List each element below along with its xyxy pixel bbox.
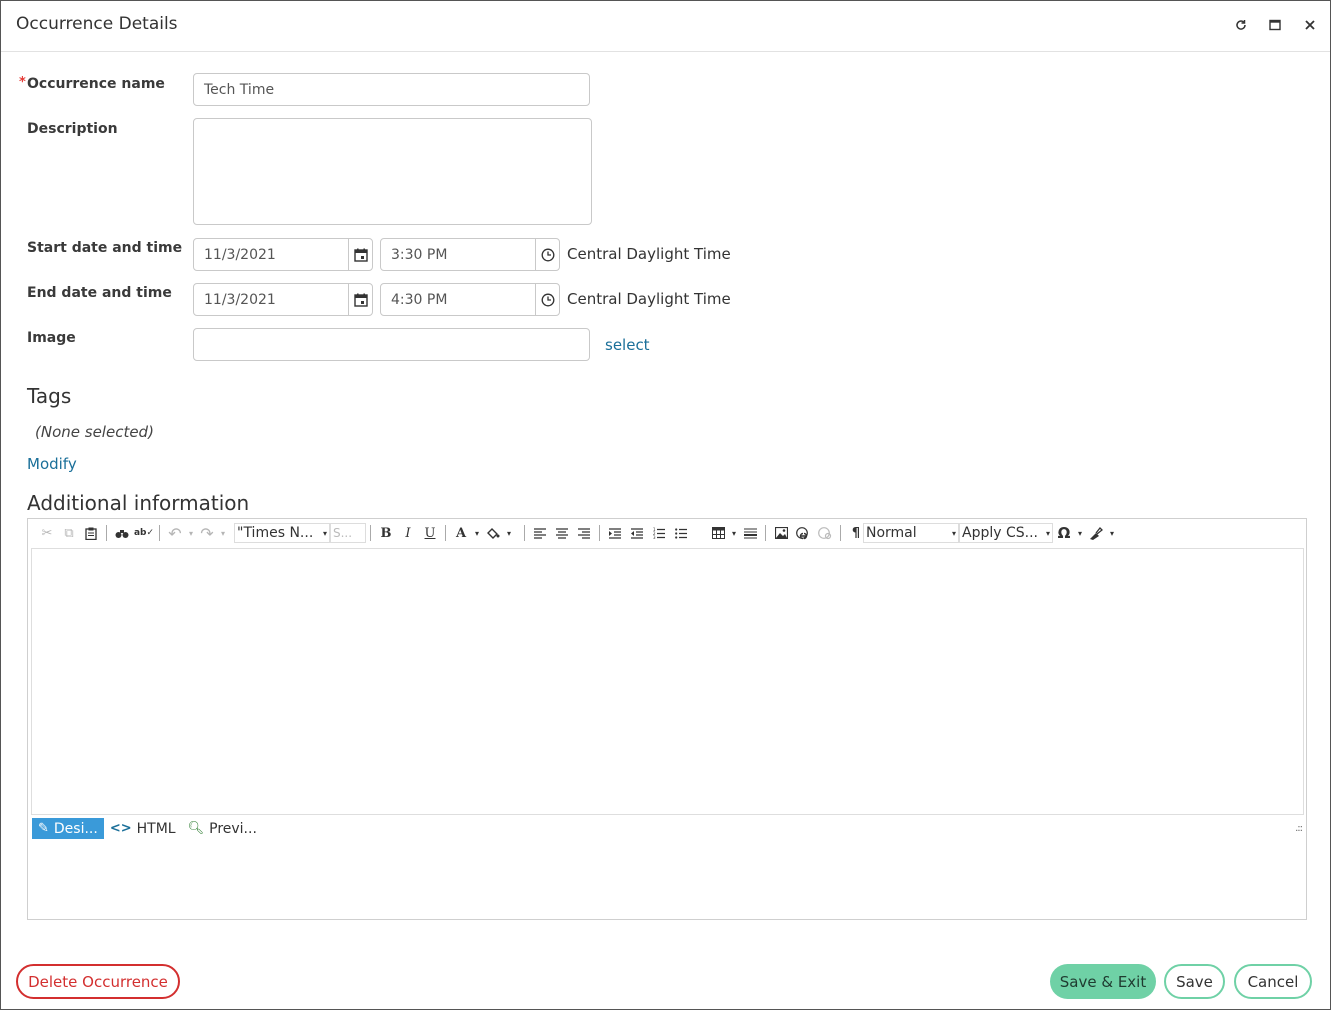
remove-link-icon[interactable] [814, 522, 836, 544]
tags-none-selected: (None selected) [35, 423, 154, 441]
occurrence-details-dialog: Occurrence Details * Occurrence name Tec… [0, 0, 1331, 1010]
toolbar-separator [840, 525, 841, 541]
save-button[interactable]: Save [1164, 964, 1225, 999]
occurrence-name-input[interactable]: Tech Time [193, 73, 590, 106]
find-icon[interactable] [111, 522, 133, 544]
delete-occurrence-button[interactable]: Delete Occurrence [16, 964, 180, 999]
toolbar-separator [106, 525, 107, 541]
outdent-icon[interactable] [626, 522, 648, 544]
clock-icon[interactable] [535, 239, 559, 270]
bulleted-list-icon[interactable] [670, 522, 692, 544]
cut-icon[interactable]: ✂ [36, 522, 58, 544]
preview-mode-tab[interactable]: 🔍︎ Previ... [182, 818, 263, 839]
toolbar-separator [445, 525, 446, 541]
end-time-value: 4:30 PM [391, 291, 448, 308]
align-left-icon[interactable] [529, 522, 551, 544]
start-date-picker[interactable]: 11/3/2021 [193, 238, 373, 271]
description-label: Description [27, 121, 118, 137]
image-manager-icon[interactable] [770, 522, 792, 544]
calendar-icon[interactable] [348, 284, 372, 315]
image-label: Image [27, 330, 76, 346]
redo-icon[interactable]: ↷ [196, 522, 218, 544]
rich-text-editor: ✂ ⧉ ab✓ ↶ ▾ ↷ ▾ "Times N... ▾ S... B I U… [27, 518, 1307, 920]
additional-info-heading: Additional information [27, 491, 250, 515]
align-right-icon[interactable] [573, 522, 595, 544]
italic-icon[interactable]: I [397, 522, 419, 544]
special-characters-dropdown-arrow[interactable]: ▾ [1075, 529, 1085, 538]
image-input[interactable] [193, 328, 590, 361]
pencil-icon: ✎ [38, 821, 49, 836]
apply-css-select[interactable]: Apply CS... ▾ [959, 523, 1053, 543]
image-select-link[interactable]: select [605, 336, 650, 354]
dialog-title: Occurrence Details [16, 14, 178, 34]
toolbar-separator [370, 525, 371, 541]
cancel-button[interactable]: Cancel [1234, 964, 1312, 999]
highlight-icon[interactable] [482, 522, 504, 544]
magnifier-icon: 🔍︎ [187, 821, 205, 836]
dialog-titlebar: Occurrence Details [1, 1, 1330, 52]
occurrence-name-value: Tech Time [204, 81, 275, 98]
description-textarea[interactable] [193, 118, 592, 225]
end-datetime-label: End date and time [27, 285, 172, 301]
editor-content-area[interactable] [31, 548, 1304, 815]
required-mark: * [19, 75, 26, 90]
end-date-value: 11/3/2021 [204, 291, 276, 308]
editor-mode-bar: ✎ Desi... <> HTML 🔍︎ Previ... [32, 818, 263, 839]
tags-modify-link[interactable]: Modify [27, 455, 77, 473]
format-stripper-dropdown-arrow[interactable]: ▾ [1107, 529, 1117, 538]
toolbar-separator [599, 525, 600, 541]
font-color-icon[interactable]: A [450, 522, 472, 544]
table-icon[interactable] [707, 522, 729, 544]
resize-grip-icon[interactable]: .:: [1295, 823, 1303, 834]
close-icon[interactable] [1302, 17, 1318, 33]
start-date-value: 11/3/2021 [204, 246, 276, 263]
format-stripper-icon[interactable] [1085, 522, 1107, 544]
start-time-picker[interactable]: 3:30 PM [380, 238, 560, 271]
hyperlink-icon[interactable] [792, 522, 814, 544]
editor-toolbar: ✂ ⧉ ab✓ ↶ ▾ ↷ ▾ "Times N... ▾ S... B I U… [28, 519, 1306, 547]
end-time-picker[interactable]: 4:30 PM [380, 283, 560, 316]
save-exit-button[interactable]: Save & Exit [1050, 964, 1156, 999]
font-size-select[interactable]: S... [330, 523, 366, 543]
code-icon: <> [109, 821, 132, 836]
refresh-icon[interactable] [1233, 17, 1249, 33]
numbered-list-icon[interactable]: 123 [648, 522, 670, 544]
occurrence-name-label: * Occurrence name [19, 75, 165, 92]
font-name-select[interactable]: "Times N... ▾ [234, 523, 330, 543]
special-characters-icon[interactable]: Ω [1053, 522, 1075, 544]
toolbar-separator [765, 525, 766, 541]
start-time-value: 3:30 PM [391, 246, 448, 263]
paragraph-style-select[interactable]: Normal ▾ [863, 523, 959, 543]
start-datetime-label: Start date and time [27, 240, 183, 256]
redo-dropdown-arrow[interactable]: ▾ [218, 529, 228, 538]
undo-dropdown-arrow[interactable]: ▾ [186, 529, 196, 538]
tags-heading: Tags [27, 384, 72, 408]
table-dropdown-arrow[interactable]: ▾ [729, 529, 739, 538]
paste-icon[interactable] [80, 522, 102, 544]
svg-text:3: 3 [653, 535, 656, 539]
clock-icon[interactable] [535, 284, 559, 315]
undo-icon[interactable]: ↶ [164, 522, 186, 544]
indent-icon[interactable] [604, 522, 626, 544]
highlight-dropdown-arrow[interactable]: ▾ [504, 529, 514, 538]
toolbar-separator [524, 525, 525, 541]
start-timezone: Central Daylight Time [567, 245, 731, 263]
end-timezone: Central Daylight Time [567, 290, 731, 308]
align-center-icon[interactable] [551, 522, 573, 544]
bold-icon[interactable]: B [375, 522, 397, 544]
html-mode-tab[interactable]: <> HTML [104, 818, 182, 839]
spellcheck-icon[interactable]: ab✓ [133, 522, 155, 544]
toolbar-separator [159, 525, 160, 541]
maximize-icon[interactable] [1267, 17, 1283, 33]
underline-icon[interactable]: U [419, 522, 441, 544]
horizontal-rule-icon[interactable] [739, 522, 761, 544]
toolbar-separator [702, 525, 703, 541]
font-color-dropdown-arrow[interactable]: ▾ [472, 529, 482, 538]
copy-icon[interactable]: ⧉ [58, 522, 80, 544]
end-date-picker[interactable]: 11/3/2021 [193, 283, 373, 316]
calendar-icon[interactable] [348, 239, 372, 270]
design-mode-tab[interactable]: ✎ Desi... [32, 818, 104, 839]
